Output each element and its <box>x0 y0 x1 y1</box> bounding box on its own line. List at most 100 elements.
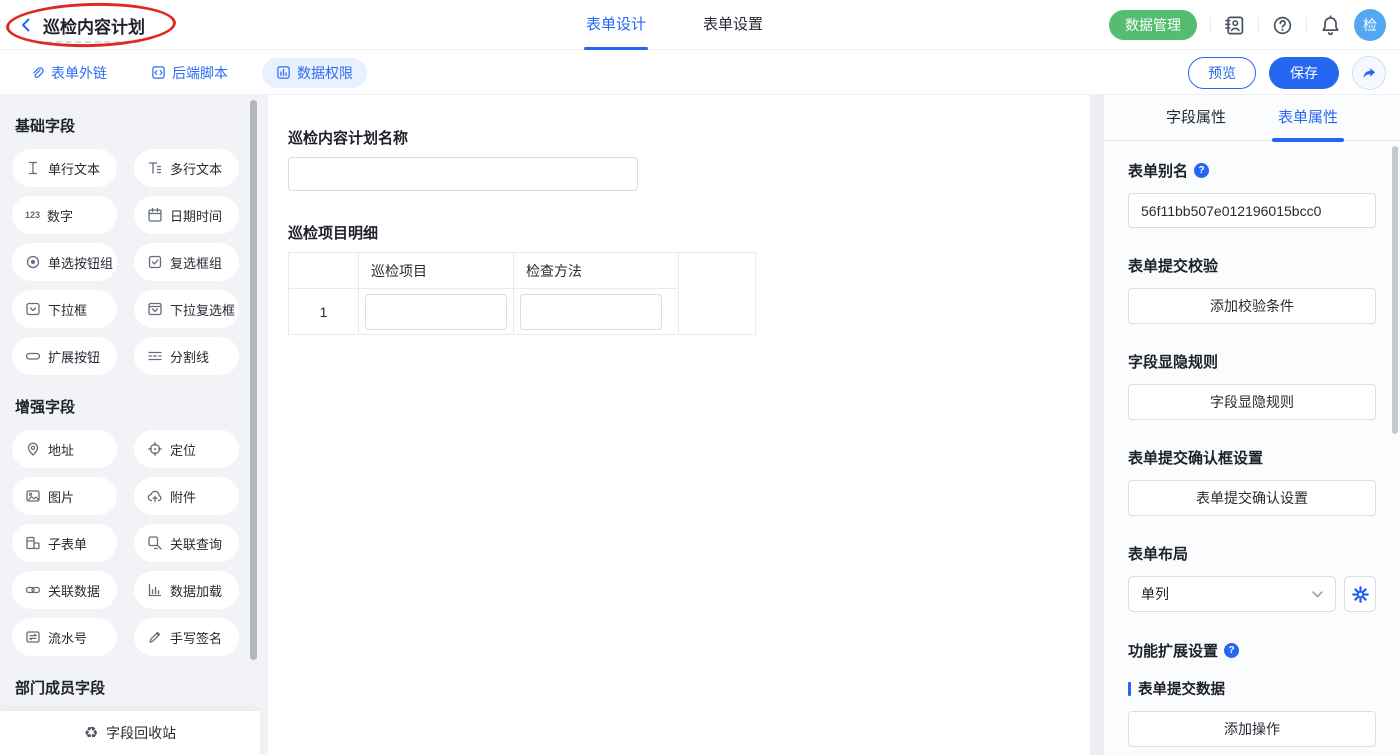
alias-help-icon[interactable]: ? <box>1194 163 1209 178</box>
item-cell <box>359 289 514 335</box>
submit-check-label: 表单提交校验 <box>1128 255 1376 276</box>
field-item-radio-group[interactable]: 单选按钮组 <box>12 243 117 281</box>
field-item-data-load[interactable]: 数据加载 <box>134 571 239 609</box>
checkbox-group-icon <box>147 254 163 270</box>
address-icon <box>25 441 41 457</box>
avatar[interactable]: 检 <box>1354 9 1386 41</box>
field-item-signature[interactable]: 手写签名 <box>134 618 239 656</box>
field-label: 单选按钮组 <box>48 253 113 272</box>
header-cell-index <box>289 253 359 289</box>
header-cell-extra <box>679 253 756 335</box>
properties-panel: 字段属性 表单属性 表单别名 ? 表单提交校验 添加校验条件 字段显隐规则 字段… <box>1104 95 1400 755</box>
form-layout-label: 表单布局 <box>1128 543 1376 564</box>
extension-help-icon[interactable]: ? <box>1224 643 1239 658</box>
group-label: 表单提交数据 <box>1138 678 1225 699</box>
form-alias-label: 表单别名 <box>1128 160 1188 181</box>
select-icon <box>25 301 41 317</box>
field-item-checkbox-group[interactable]: 复选框组 <box>134 243 239 281</box>
data-manage-button[interactable]: 数据管理 <box>1109 10 1197 40</box>
field-library-sidebar: 基础字段 单行文本 多行文本 123数字 日期时间 单选按钮组 复选框组 下拉框… <box>0 95 268 755</box>
field-item-datetime[interactable]: 日期时间 <box>134 196 239 234</box>
attachment-icon <box>147 488 163 504</box>
field-label: 图片 <box>48 487 74 506</box>
data-load-icon <box>147 582 163 598</box>
datetime-icon <box>147 207 163 223</box>
field-label: 扩展按钮 <box>48 347 100 366</box>
tab-form-design[interactable]: 表单设计 <box>586 0 646 50</box>
plan-name-input[interactable] <box>288 157 638 191</box>
field-item-related-query[interactable]: 关联查询 <box>134 524 239 562</box>
field-item-attachment[interactable]: 附件 <box>134 477 239 515</box>
data-permission-label: 数据权限 <box>297 63 353 83</box>
toolbar-left: 表单外链 后端脚本 数据权限 <box>20 50 367 95</box>
submit-data-add-action-button[interactable]: 添加操作 <box>1128 711 1376 747</box>
backend-script-button[interactable]: 后端脚本 <box>141 58 238 88</box>
panel-tabs: 字段属性 表单属性 <box>1104 95 1400 141</box>
form-alias-input[interactable] <box>1128 193 1376 228</box>
save-button[interactable]: 保存 <box>1269 57 1339 89</box>
data-permission-button[interactable]: 数据权限 <box>262 58 367 88</box>
field-item-single-line-text[interactable]: 单行文本 <box>12 149 117 187</box>
field-label: 地址 <box>48 440 74 459</box>
help-icon[interactable] <box>1272 15 1293 36</box>
add-check-condition-button[interactable]: 添加校验条件 <box>1128 288 1376 324</box>
extension-settings-label-row: 功能扩展设置 ? <box>1128 640 1376 661</box>
notification-bell-icon[interactable] <box>1320 15 1341 36</box>
layout-select[interactable]: 单列 <box>1128 576 1336 612</box>
tab-form-settings[interactable]: 表单设置 <box>703 0 763 50</box>
back-icon[interactable] <box>18 17 34 33</box>
field-recycle-bin-button[interactable]: ♻ 字段回收站 <box>0 711 260 755</box>
related-data-icon <box>25 582 41 598</box>
field-item-extension-button[interactable]: 扩展按钮 <box>12 337 117 375</box>
field-item-select[interactable]: 下拉框 <box>12 290 117 328</box>
recycle-label: 字段回收站 <box>106 723 176 743</box>
related-query-icon <box>147 535 163 551</box>
single-line-text-icon <box>25 160 41 176</box>
inspection-item-input[interactable] <box>365 294 507 330</box>
field-item-address[interactable]: 地址 <box>12 430 117 468</box>
page-title[interactable]: 巡检内容计划 <box>43 13 145 38</box>
section-title-basic: 基础字段 <box>15 115 268 136</box>
header: 巡检内容计划 表单设计 表单设置 数据管理 检 <box>0 0 1400 50</box>
contact-book-icon[interactable] <box>1224 15 1245 36</box>
form-canvas: 巡检内容计划名称 巡检项目明细 巡检项目 检查方法 1 <box>268 95 1090 755</box>
sidebar-scrollbar[interactable] <box>250 100 257 660</box>
visibility-rules-button[interactable]: 字段显隐规则 <box>1128 384 1376 420</box>
form-alias-label-row: 表单别名 ? <box>1128 160 1376 181</box>
tab-form-properties[interactable]: 表单属性 <box>1278 95 1338 141</box>
field-item-image[interactable]: 图片 <box>12 477 117 515</box>
field-item-number[interactable]: 123数字 <box>12 196 117 234</box>
toolbar-right: 预览 保存 <box>1188 50 1386 95</box>
submit-confirm-button[interactable]: 表单提交确认设置 <box>1128 480 1376 516</box>
field-label: 数据加载 <box>170 581 222 600</box>
tab-field-properties[interactable]: 字段属性 <box>1166 95 1226 141</box>
field-label: 下拉复选框 <box>170 300 235 319</box>
field-label: 日期时间 <box>170 206 222 225</box>
form-external-link-button[interactable]: 表单外链 <box>20 58 117 88</box>
link-icon <box>30 65 45 80</box>
check-method-input[interactable] <box>520 294 662 330</box>
share-button[interactable] <box>1352 56 1386 90</box>
preview-button[interactable]: 预览 <box>1188 57 1256 89</box>
layout-select-value: 单列 <box>1141 584 1169 604</box>
field-item-serial-number[interactable]: 流水号 <box>12 618 117 656</box>
field-item-divider-line[interactable]: 分割线 <box>134 337 239 375</box>
form-layout-row: 单列 <box>1128 576 1376 612</box>
section-title-enhanced: 增强字段 <box>15 396 268 417</box>
field-item-related-data[interactable]: 关联数据 <box>12 571 117 609</box>
layout-settings-button[interactable] <box>1344 576 1376 612</box>
header-cell-method: 检查方法 <box>514 253 679 289</box>
submit-confirm-label: 表单提交确认框设置 <box>1128 447 1376 468</box>
multi-line-text-icon <box>147 160 163 176</box>
panel-scrollbar[interactable] <box>1392 146 1398 434</box>
field-label: 数字 <box>47 206 73 225</box>
field-label: 关联查询 <box>170 534 222 553</box>
field-item-subform[interactable]: 子表单 <box>12 524 117 562</box>
subform-table: 巡检项目 检查方法 1 <box>288 252 756 335</box>
field-item-multi-line-text[interactable]: 多行文本 <box>134 149 239 187</box>
field-item-location[interactable]: 定位 <box>134 430 239 468</box>
canvas-panel-gap <box>1090 95 1104 755</box>
submit-data-group-label: 表单提交数据 <box>1128 678 1376 699</box>
group-bar-icon <box>1128 682 1131 696</box>
field-item-multi-select[interactable]: 下拉复选框 <box>134 290 239 328</box>
